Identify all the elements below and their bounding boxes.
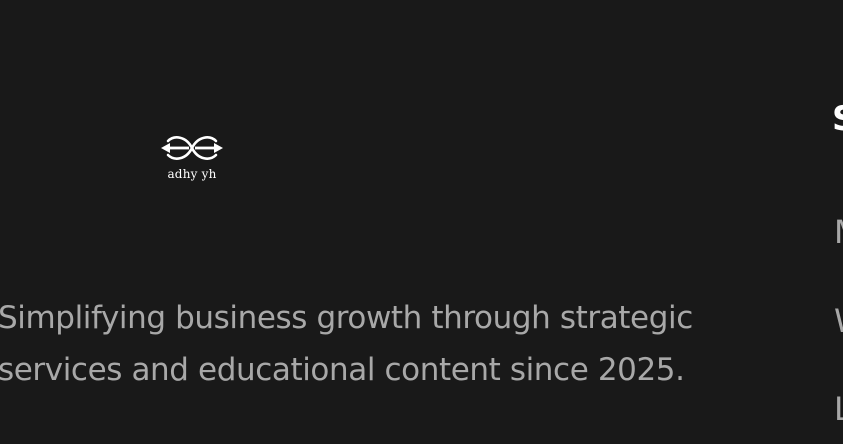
infinity-arrows-logo-icon xyxy=(161,136,223,160)
brand-logo-link[interactable]: adhy yh xyxy=(152,126,232,184)
footer-section: adhy yh Simplifying business growth thro… xyxy=(0,0,843,444)
footer-link-1[interactable]: M xyxy=(834,212,843,252)
footer-link-2[interactable]: W xyxy=(834,301,843,341)
tagline-line-1: Simplifying business growth through stra… xyxy=(0,300,693,336)
footer-tagline: Simplifying business growth through stra… xyxy=(0,292,738,396)
brand-logo-text: adhy yh xyxy=(167,167,217,181)
footer-column-heading: S xyxy=(832,97,843,141)
footer-link-column: S M W L xyxy=(832,0,843,444)
tagline-line-2: services and educational content since 2… xyxy=(0,352,685,388)
footer-link-3[interactable]: L xyxy=(834,389,843,429)
